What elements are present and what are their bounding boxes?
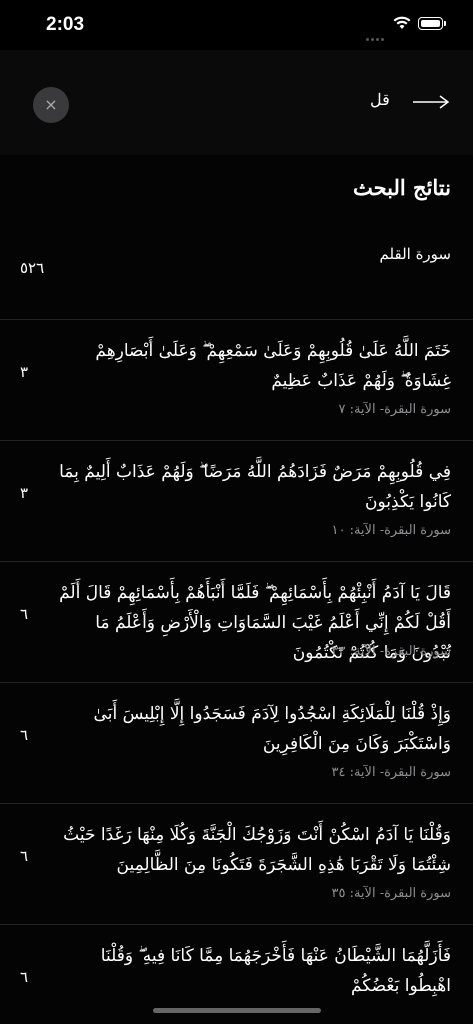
ayah-reference: سورة البقرة- الآية: ٣٥	[331, 886, 451, 901]
ayah-text: وَإِذْ قُلْنَا لِلْمَلَائِكَةِ اسْجُدُوا…	[93, 704, 451, 754]
ayah-result[interactable]: وَإِذْ قُلْنَا لِلْمَلَائِكَةِ اسْجُدُوا…	[0, 683, 473, 804]
match-count: ٣	[20, 363, 29, 381]
match-count: ٥٢٦	[20, 259, 45, 277]
match-count: ٦	[20, 605, 29, 623]
home-indicator[interactable]	[153, 1008, 321, 1013]
ayah-result[interactable]: قَالَ يَا آدَمُ أَنْبِئْهُمْ بِأَسْمَائِ…	[0, 562, 473, 683]
ayah-reference: سورة البقرة- الآية: ١٠	[331, 523, 451, 538]
ayah-result[interactable]: خَتَمَ اللَّهُ عَلَىٰ قُلُوبِهِمْ وَعَلَ…	[0, 320, 473, 441]
ayah-reference: سورة البقرة- الآية: ٣٤	[331, 765, 451, 780]
clear-search-button[interactable]: ×	[33, 87, 69, 123]
surah-name: سورة القلم	[379, 245, 451, 263]
search-bar: × قل	[0, 50, 473, 155]
ayah-text: وَقُلْنَا يَا آدَمُ اسْكُنْ أَنْتَ وَزَو…	[63, 825, 451, 875]
status-bar: 2:03	[0, 0, 473, 50]
ayah-result[interactable]: فِي قُلُوبِهِمْ مَرَضٌ فَزَادَهُمُ اللَّ…	[0, 441, 473, 562]
arrow-right-icon[interactable]	[412, 94, 450, 113]
match-count: ٦	[20, 726, 29, 744]
ayah-text: فِي قُلُوبِهِمْ مَرَضٌ فَزَادَهُمُ اللَّ…	[59, 462, 451, 512]
battery-icon	[418, 17, 446, 30]
match-count: ٣	[20, 484, 29, 502]
ayah-text: خَتَمَ اللَّهُ عَلَىٰ قُلُوبِهِمْ وَعَلَ…	[95, 341, 451, 391]
cellular-signal-icon	[366, 26, 386, 45]
ayah-reference: سورة البقرة- الآية: ٣٣	[331, 644, 451, 659]
surah-result[interactable]: سورة القلم ٥٢٦	[0, 215, 473, 320]
ayah-reference: سورة البقرة- الآية: ٧	[338, 402, 451, 417]
match-count: ٦	[20, 847, 29, 865]
wifi-icon	[393, 15, 411, 34]
search-input[interactable]: قل	[370, 90, 390, 109]
status-time: 2:03	[46, 14, 85, 35]
ayah-text: فَأَزَلَّهُمَا الشَّيْطَانُ عَنْهَا فَأَ…	[100, 946, 451, 996]
search-results: نتائج البحث سورة القلم ٥٢٦ خَتَمَ اللَّه…	[0, 155, 473, 1024]
match-count: ٦	[20, 968, 29, 986]
ayah-result[interactable]: وَقُلْنَا يَا آدَمُ اسْكُنْ أَنْتَ وَزَو…	[0, 804, 473, 925]
results-title: نتائج البحث	[352, 175, 451, 200]
